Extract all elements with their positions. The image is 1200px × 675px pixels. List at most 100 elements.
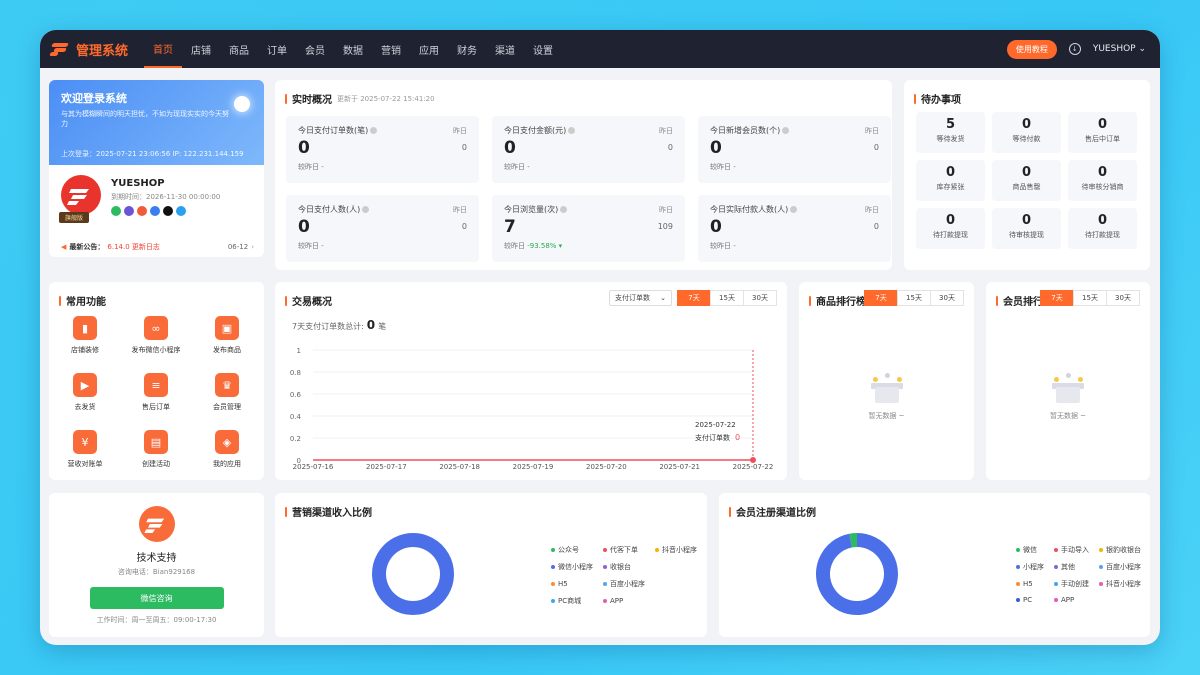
function-link[interactable]: ∞ 发布微信小程序 bbox=[126, 316, 186, 355]
function-truck[interactable]: ▶ 去发货 bbox=[55, 373, 115, 412]
legend-item[interactable]: 百度小程序 bbox=[1099, 562, 1141, 572]
range-tab[interactable]: 7天 bbox=[1040, 290, 1074, 306]
app-icon[interactable] bbox=[176, 206, 186, 216]
legend-item[interactable]: 抖音小程序 bbox=[655, 545, 697, 555]
empty-box-icon bbox=[869, 373, 905, 405]
chevron-right-icon[interactable]: › bbox=[251, 243, 254, 251]
notice-bar[interactable]: ◀ 最新公告： 6.14.0 更新日志 06-12 › bbox=[61, 242, 254, 252]
legend-item[interactable]: 手动创建 bbox=[1054, 579, 1089, 589]
wechat-consult-button[interactable]: 微信咨询 bbox=[89, 587, 224, 609]
help-icon[interactable] bbox=[568, 127, 576, 134]
stat-yesterday-value: 0 bbox=[873, 143, 879, 152]
nav-item[interactable]: 设置 bbox=[524, 30, 562, 68]
function-crown[interactable]: ♛ 会员管理 bbox=[197, 373, 257, 412]
function-ticket[interactable]: ▤ 创建活动 bbox=[126, 430, 186, 469]
function-label: 会员管理 bbox=[213, 403, 241, 411]
shop-name: YUESHOP bbox=[111, 178, 165, 189]
nav-item[interactable]: 财务 bbox=[448, 30, 486, 68]
help-icon[interactable] bbox=[362, 206, 370, 213]
stat-compare-text: 较昨日 - bbox=[298, 163, 324, 171]
nav-item[interactable]: 店铺 bbox=[182, 30, 220, 68]
range-tab[interactable]: 30天 bbox=[930, 290, 964, 306]
store-icon[interactable] bbox=[137, 206, 147, 216]
legend-item[interactable]: 其他 bbox=[1054, 562, 1089, 572]
notice-text[interactable]: 6.14.0 更新日志 bbox=[107, 242, 160, 252]
support-logo-icon bbox=[138, 506, 175, 542]
legend-item[interactable]: 代客下单 bbox=[603, 545, 645, 555]
help-icon[interactable] bbox=[370, 127, 378, 134]
legend-item[interactable]: 百度小程序 bbox=[603, 579, 645, 589]
legend-item[interactable]: 收银台 bbox=[603, 562, 645, 572]
todo-item[interactable]: 0 售后中订单 bbox=[1068, 112, 1137, 153]
app-logo[interactable]: 管理系统 bbox=[49, 40, 128, 59]
legend-item[interactable]: 手动导入 bbox=[1054, 545, 1089, 555]
download-icon[interactable]: ↓ bbox=[1068, 43, 1081, 55]
function-brush[interactable]: ▮ 店铺装修 bbox=[55, 316, 115, 355]
legend-dot-icon bbox=[1054, 582, 1058, 586]
nav-item[interactable]: 营销 bbox=[372, 30, 410, 68]
todo-item[interactable]: 0 待打款提现 bbox=[1068, 208, 1137, 249]
legend-item[interactable]: 小程序 bbox=[1016, 562, 1044, 572]
legend-item[interactable]: H5 bbox=[1016, 579, 1044, 589]
stat-compare: 较昨日 - bbox=[298, 241, 467, 251]
baidu-icon[interactable] bbox=[150, 206, 160, 216]
tiktok-icon[interactable] bbox=[163, 206, 173, 216]
legend-item[interactable]: H5 bbox=[551, 579, 593, 589]
todo-item[interactable]: 5 等待发货 bbox=[916, 112, 985, 153]
nav-item[interactable]: 数据 bbox=[334, 30, 372, 68]
tutorial-button[interactable]: 使用教程 bbox=[1006, 39, 1057, 59]
range-tab[interactable]: 7天 bbox=[864, 290, 898, 306]
legend-item[interactable]: APP bbox=[603, 596, 645, 606]
todo-item[interactable]: 0 待审核提现 bbox=[992, 208, 1061, 249]
shop-avatar[interactable]: 旗舰版 bbox=[59, 175, 101, 223]
nav-item[interactable]: 商品 bbox=[220, 30, 258, 68]
nav-item[interactable]: 渠道 bbox=[486, 30, 524, 68]
function-cube[interactable]: ◈ 我的应用 bbox=[197, 430, 257, 469]
range-tab[interactable]: 15天 bbox=[897, 290, 931, 306]
stat-card[interactable]: 今日支付人数(人) 昨日 0 0 较昨日 - bbox=[286, 195, 479, 262]
help-icon[interactable] bbox=[560, 206, 568, 213]
todo-item[interactable]: 0 库存紧张 bbox=[916, 160, 985, 201]
stat-card[interactable]: 今日实际付款人数(人) 昨日 0 0 较昨日 - bbox=[698, 195, 891, 262]
range-tab[interactable]: 15天 bbox=[1073, 290, 1107, 306]
nav-item[interactable]: 会员 bbox=[296, 30, 334, 68]
legend-item[interactable]: 抖音小程序 bbox=[1099, 579, 1141, 589]
function-receipt[interactable]: ≡ 售后订单 bbox=[126, 373, 186, 412]
legend-item[interactable]: 微信 bbox=[1016, 545, 1044, 555]
goods-range-tabs: 7天 15天 30天 bbox=[864, 290, 964, 306]
range-tab[interactable]: 30天 bbox=[1106, 290, 1140, 306]
speaker-icon: ◀ bbox=[61, 243, 67, 251]
legend-item[interactable]: 公众号 bbox=[551, 545, 593, 555]
todo-value: 0 bbox=[1021, 165, 1032, 180]
legend-label: 手动导入 bbox=[1061, 546, 1089, 554]
function-yuan[interactable]: ¥ 营收对账单 bbox=[55, 430, 115, 469]
function-goods[interactable]: ▣ 发布商品 bbox=[197, 316, 257, 355]
stat-card[interactable]: 今日浏览量(次) 昨日 109 7 较昨日 -93.58% ▾ bbox=[492, 195, 685, 262]
todo-item[interactable]: 0 等待付款 bbox=[992, 112, 1061, 153]
todo-item[interactable]: 0 待审核分销商 bbox=[1068, 160, 1137, 201]
legend-item[interactable]: PC bbox=[1016, 596, 1044, 604]
stat-card[interactable]: 今日新增会员数(个) 昨日 0 0 较昨日 - bbox=[698, 116, 891, 183]
todo-item[interactable]: 0 商品售罄 bbox=[992, 160, 1061, 201]
stat-label-text: 今日支付金额(元) bbox=[504, 126, 567, 135]
help-icon[interactable] bbox=[782, 127, 790, 134]
miniapp-icon[interactable] bbox=[124, 206, 134, 216]
legend-item[interactable]: APP bbox=[1054, 596, 1089, 604]
user-menu[interactable]: YUESHOP ⌄ bbox=[1093, 44, 1146, 54]
legend-item[interactable]: 银豹收银台 bbox=[1099, 545, 1141, 555]
help-icon[interactable] bbox=[790, 206, 798, 213]
nav-item[interactable]: 应用 bbox=[410, 30, 448, 68]
y-tick-label: 0.4 bbox=[290, 413, 302, 421]
wechat-icon[interactable] bbox=[111, 206, 121, 216]
legend-dot-icon bbox=[1099, 582, 1103, 586]
tooltip-label: 支付订单数 bbox=[695, 433, 730, 442]
nav-item[interactable]: 首页 bbox=[144, 30, 183, 68]
legend-item[interactable]: 微信小程序 bbox=[551, 562, 593, 572]
stat-card[interactable]: 今日支付订单数(笔) 昨日 0 0 较昨日 - bbox=[286, 116, 479, 183]
legend-item[interactable]: PC商城 bbox=[551, 596, 593, 606]
nav-item[interactable]: 订单 bbox=[258, 30, 296, 68]
stat-card[interactable]: 今日支付金额(元) 昨日 0 0 较昨日 - bbox=[492, 116, 685, 183]
todo-item[interactable]: 0 待打款提现 bbox=[916, 208, 985, 249]
realtime-card: 实时概况 更新于 2025-07-22 15:41:20 今日支付订单数(笔) 昨日… bbox=[275, 80, 892, 270]
legend-dot-icon bbox=[1054, 548, 1058, 552]
